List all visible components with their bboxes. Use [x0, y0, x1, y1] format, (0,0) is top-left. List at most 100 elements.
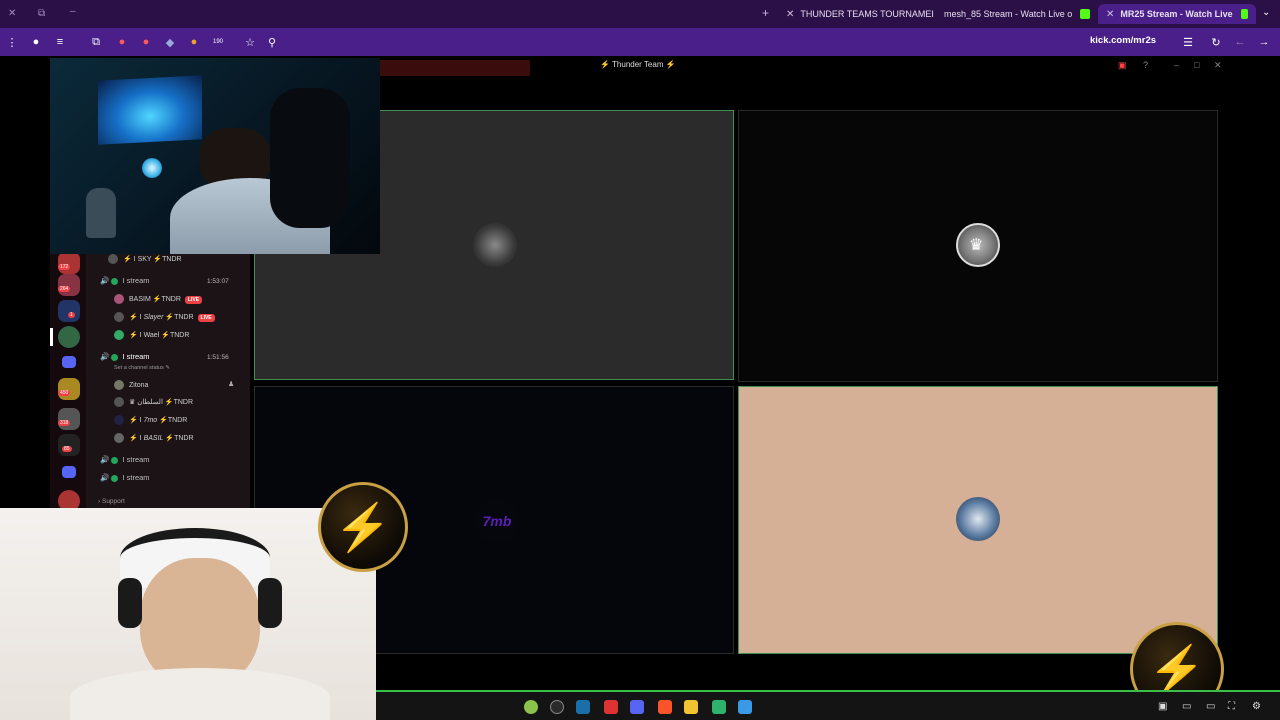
server-icon[interactable]: 172 — [58, 252, 80, 274]
tab-close-icon[interactable]: ✕ — [786, 9, 794, 20]
tune-icon[interactable]: ☰ — [1180, 34, 1196, 50]
back-icon[interactable]: ← — [1232, 34, 1248, 50]
minimize-icon[interactable]: – — [1174, 60, 1179, 70]
tab-mesh85[interactable]: mesh_85 Stream - Watch Live o — [944, 4, 1094, 24]
voice-channel[interactable]: 🔊 I stream — [100, 352, 150, 361]
maximize-icon[interactable]: □ — [1194, 60, 1199, 70]
avatar — [473, 223, 517, 267]
elapsed-time: 1:53:07 — [207, 278, 229, 285]
tray-icon[interactable]: ▣ — [1158, 701, 1167, 712]
extension-icon[interactable]: ● — [186, 34, 202, 50]
server-list: 172 264 1 450 318 85 — [50, 252, 86, 512]
window-title-text: Thunder Team — [612, 60, 664, 69]
tray-icon[interactable]: ▭ — [1206, 701, 1215, 712]
window-title: ⚡ Thunder Team ⚡ — [600, 60, 676, 69]
minimize-icon[interactable]: – — [70, 6, 76, 17]
shield-icon[interactable]: ◆ — [162, 34, 178, 50]
voice-channel[interactable]: 🔊 I stream — [100, 455, 150, 464]
app-red-icon[interactable] — [604, 700, 618, 714]
windows-icon[interactable] — [738, 700, 752, 714]
member-row[interactable]: ⚡ I Slayer ⚡TNDR LIVE — [114, 312, 215, 322]
channel-status-input[interactable]: Set a channel status ✎ — [114, 365, 170, 371]
kick-favicon-icon — [1240, 9, 1248, 19]
browser-tab-bar: ✕ ⧉ – + ✕ THUNDER TEAMS TOURNAMEI mesh_8… — [0, 0, 1280, 28]
reload-icon[interactable]: ↻ — [1208, 34, 1224, 50]
server-icon[interactable]: 85 — [58, 434, 80, 456]
record-icon[interactable]: ▣ — [1118, 60, 1127, 71]
kick-favicon-icon — [1080, 9, 1091, 19]
folder-icon[interactable] — [62, 466, 76, 478]
tab-close-icon[interactable]: ✕ — [1106, 9, 1114, 20]
browser-toolbar: ⋮ ● ≡ ⧉ ● ● ◆ ● 190 ☆ ⚲ kick.com/mr2s ☰ … — [0, 28, 1280, 56]
restore-icon[interactable]: ⧉ — [38, 8, 45, 19]
steam-alt-icon[interactable] — [576, 700, 590, 714]
new-tab-button[interactable]: + — [762, 6, 769, 20]
search-icon[interactable]: ⚲ — [264, 34, 280, 50]
profile-icon[interactable]: ● — [28, 34, 44, 50]
close-icon[interactable]: ✕ — [1214, 60, 1222, 71]
extensions-icon[interactable]: ⧉ — [88, 34, 104, 50]
member-row[interactable]: BASIM ⚡TNDR LIVE — [114, 294, 203, 304]
tab-list-chevron-icon[interactable]: ⌄ — [1262, 7, 1270, 18]
member-row[interactable]: ⚡ I SKY ⚡TNDR — [108, 254, 182, 264]
thunder-logo-badge: ⚡ — [318, 482, 408, 572]
server-icon[interactable]: 1 — [58, 300, 80, 322]
voice-tile-4[interactable] — [738, 386, 1218, 654]
close-window-icon[interactable]: ✕ — [8, 8, 16, 19]
speaker-icon: 🔊 — [100, 352, 110, 361]
folder-icon[interactable] — [62, 356, 76, 368]
member-row[interactable]: ⚡ I 7mo ⚡TNDR — [114, 415, 187, 425]
fullscreen-icon[interactable]: ⛶ — [1228, 701, 1235, 712]
chair — [270, 88, 350, 228]
headphone-left — [118, 578, 142, 628]
server-icon[interactable]: 318 — [58, 408, 80, 430]
forward-icon[interactable]: → — [1256, 34, 1272, 50]
lightning-icon: ⚡ — [1148, 642, 1206, 695]
address-bar[interactable]: kick.com/mr2s — [1090, 35, 1156, 46]
tab-title: MR25 Stream - Watch Live — [1120, 9, 1233, 19]
server-icon[interactable]: 450 — [58, 378, 80, 400]
title-accent — [380, 60, 530, 76]
voice-channel[interactable]: 🔊 I stream — [100, 473, 150, 482]
member-row[interactable]: Zitona — [114, 380, 148, 390]
server-icon[interactable] — [58, 326, 80, 348]
tab-mr25[interactable]: ✕ MR25 Stream - Watch Live — [1098, 4, 1256, 24]
brave-icon[interactable] — [658, 700, 672, 714]
monitor-glow — [98, 75, 202, 145]
tray-icon[interactable]: ▭ — [1182, 701, 1191, 712]
speaker-icon: 🔊 — [100, 455, 110, 464]
lightning-icon: ⚡ — [334, 500, 392, 553]
extension-icon[interactable]: ● — [114, 34, 130, 50]
menu-dots-icon[interactable]: ⋮ — [4, 34, 20, 50]
member-row[interactable]: ⚡ I BASIL ⚡TNDR — [114, 433, 194, 443]
shirt — [70, 668, 330, 720]
avatar: ♛ — [956, 223, 1000, 267]
extension-badge[interactable]: 190 — [208, 34, 228, 50]
steam-icon[interactable] — [550, 700, 564, 714]
tab-thunder-teams[interactable]: ✕ THUNDER TEAMS TOURNAMEI — [786, 4, 936, 24]
discord-icon[interactable] — [630, 700, 644, 714]
tab-title: THUNDER TEAMS TOURNAMEI — [800, 9, 934, 19]
member-row[interactable]: ⚡ I Wael ⚡TNDR — [114, 330, 189, 340]
game-icon: ♟ — [228, 381, 235, 388]
help-icon[interactable]: ? — [1143, 60, 1148, 70]
playlist-icon[interactable]: ≡ — [52, 34, 68, 50]
avatar: 7mb — [475, 499, 519, 543]
bookmark-star-icon[interactable]: ☆ — [242, 34, 258, 50]
avatar-label: 7mb — [482, 513, 512, 529]
green-square-icon[interactable] — [712, 700, 726, 714]
speaker-icon: 🔊 — [100, 276, 110, 285]
green-app-icon[interactable] — [524, 700, 538, 714]
files-icon[interactable] — [684, 700, 698, 714]
settings-gear-icon[interactable]: ⚙ — [1252, 701, 1261, 712]
avatar — [956, 497, 1000, 541]
voice-tile-2[interactable]: ♛ — [738, 110, 1218, 382]
taskbar: ▣ ▭ ▭ ⛶ ⚙ — [376, 690, 1280, 720]
category-support[interactable]: › Support — [98, 498, 125, 505]
server-icon[interactable]: 264 — [58, 274, 80, 296]
headphone-right — [258, 578, 282, 628]
voice-channel[interactable]: 🔊 I stream — [100, 276, 150, 285]
extension-icon[interactable]: ● — [138, 34, 154, 50]
crown-icon: ♛ — [969, 237, 984, 254]
member-row[interactable]: ♛ السلطان ⚡TNDR — [114, 397, 193, 407]
